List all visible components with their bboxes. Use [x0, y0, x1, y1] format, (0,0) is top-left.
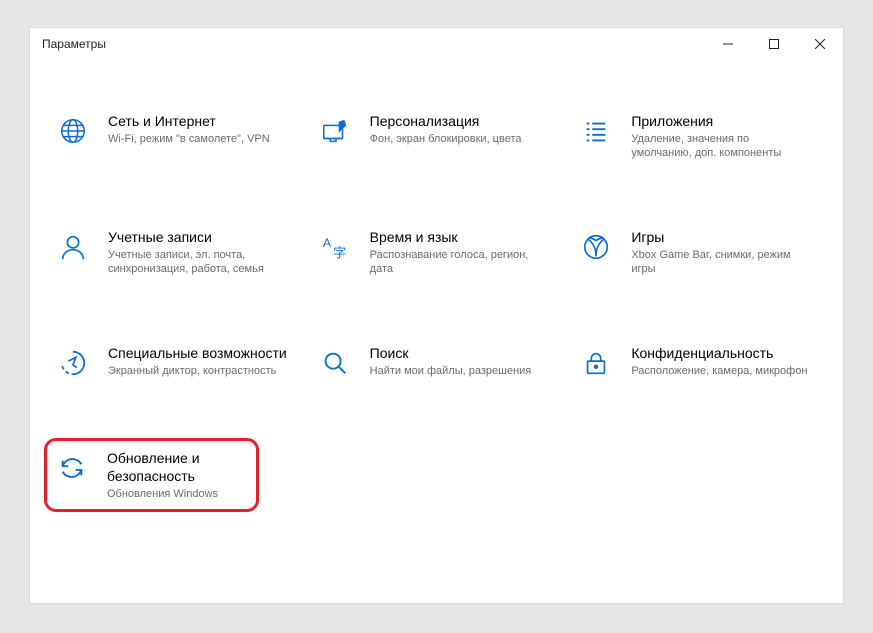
window-controls — [705, 28, 843, 60]
tile-desc: Фон, экран блокировки, цвета — [370, 132, 550, 146]
xbox-icon — [577, 228, 615, 266]
settings-window: Параметры — [30, 28, 843, 603]
accessibility-icon — [54, 344, 92, 382]
tile-title: Учетные записи — [108, 228, 296, 246]
tile-update-security[interactable]: Обновление и безопасность Обновления Win… — [44, 438, 259, 512]
tile-title: Игры — [631, 228, 819, 246]
tile-desc: Xbox Game Bar, снимки, режим игры — [631, 248, 811, 276]
window-title: Параметры — [42, 37, 705, 51]
svg-text:字: 字 — [333, 245, 346, 260]
tile-time-language[interactable]: A 字 Время и язык Распознавание голоса, р… — [312, 224, 562, 280]
tile-desc: Wi-Fi, режим "в самолете", VPN — [108, 132, 288, 146]
tile-accessibility[interactable]: Специальные возможности Экранный диктор,… — [50, 340, 300, 386]
svg-text:A: A — [322, 236, 331, 250]
maximize-button[interactable] — [751, 28, 797, 60]
person-icon — [54, 228, 92, 266]
lock-icon — [577, 344, 615, 382]
tile-title: Время и язык — [370, 228, 558, 246]
search-icon — [316, 344, 354, 382]
settings-grid: Сеть и Интернет Wi-Fi, режим "в самолете… — [50, 108, 823, 512]
tile-desc: Удаление, значения по умолчанию, доп. ко… — [631, 132, 811, 160]
tile-desc: Экранный диктор, контрастность — [108, 364, 288, 378]
paint-icon — [316, 112, 354, 150]
close-button[interactable] — [797, 28, 843, 60]
tile-search[interactable]: Поиск Найти мои файлы, разрешения — [312, 340, 562, 386]
tile-apps[interactable]: Приложения Удаление, значения по умолчан… — [573, 108, 823, 164]
tile-privacy[interactable]: Конфиденциальность Расположение, камера,… — [573, 340, 823, 386]
tile-desc: Распознавание голоса, регион, дата — [370, 248, 550, 276]
minimize-button[interactable] — [705, 28, 751, 60]
tile-gaming[interactable]: Игры Xbox Game Bar, снимки, режим игры — [573, 224, 823, 280]
language-icon: A 字 — [316, 228, 354, 266]
tile-personalization[interactable]: Персонализация Фон, экран блокировки, цв… — [312, 108, 562, 164]
tile-title: Обновление и безопасность — [107, 449, 250, 485]
tile-title: Персонализация — [370, 112, 558, 130]
tile-title: Конфиденциальность — [631, 344, 819, 362]
tile-accounts[interactable]: Учетные записи Учетные записи, эл. почта… — [50, 224, 300, 280]
tile-title: Сеть и Интернет — [108, 112, 296, 130]
tile-title: Поиск — [370, 344, 558, 362]
tile-desc: Найти мои файлы, разрешения — [370, 364, 550, 378]
tile-desc: Учетные записи, эл. почта, синхронизация… — [108, 248, 288, 276]
sync-icon — [53, 449, 91, 487]
tile-network[interactable]: Сеть и Интернет Wi-Fi, режим "в самолете… — [50, 108, 300, 164]
titlebar: Параметры — [30, 28, 843, 60]
list-icon — [577, 112, 615, 150]
tile-title: Специальные возможности — [108, 344, 296, 362]
settings-content: Сеть и Интернет Wi-Fi, режим "в самолете… — [30, 60, 843, 532]
tile-desc: Обновления Windows — [107, 487, 250, 501]
globe-icon — [54, 112, 92, 150]
tile-title: Приложения — [631, 112, 819, 130]
tile-desc: Расположение, камера, микрофон — [631, 364, 811, 378]
